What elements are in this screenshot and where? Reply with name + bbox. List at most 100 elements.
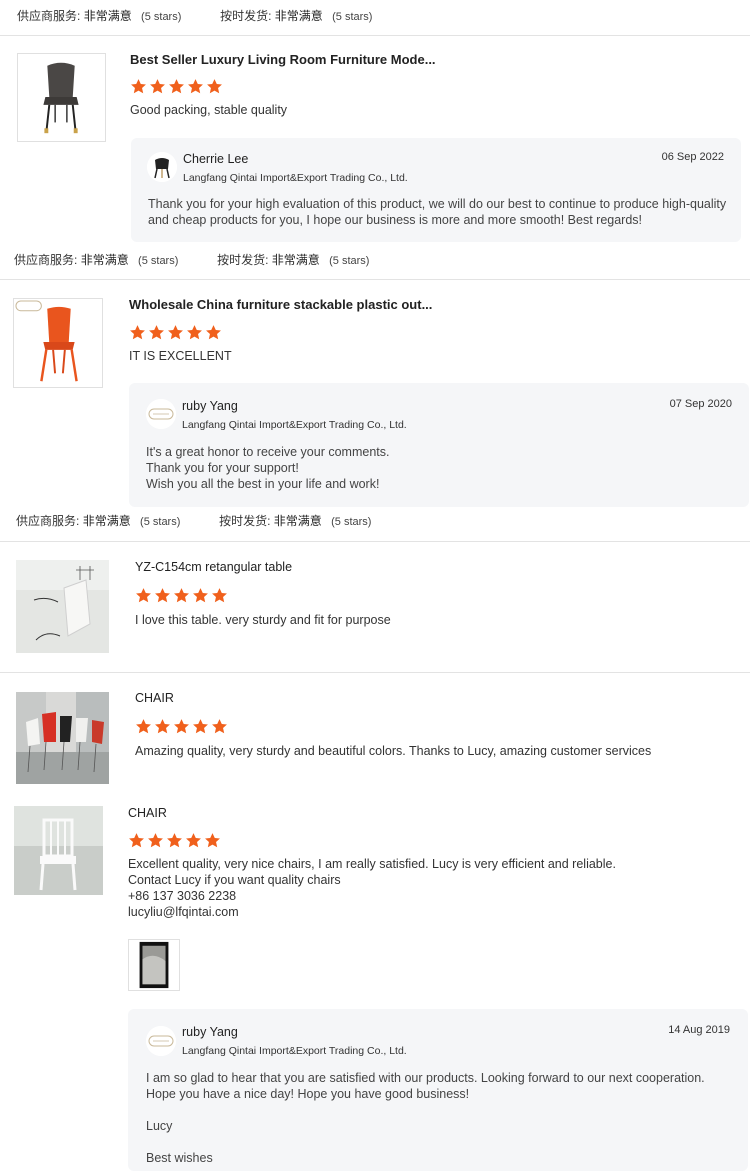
supplier-ratings-line: 供应商服务: 非常满意 (5 stars) 按时发货: 非常满意 (5 star… — [17, 7, 372, 24]
review-product-title[interactable]: CHAIR — [128, 806, 167, 820]
reply-line — [146, 1134, 705, 1150]
reply-line: Thank you for your high evaluation of th… — [148, 197, 727, 211]
star-icon — [150, 79, 165, 94]
shipping-value: 非常满意 — [274, 9, 323, 23]
review-text: Excellent quality, very nice chairs, I a… — [128, 856, 616, 920]
supplier-reply: ruby Yang Langfang Qintai Import&Export … — [128, 1009, 748, 1171]
review-line: lucyliu@lfqintai.com — [128, 905, 239, 919]
reply-line — [146, 1102, 705, 1118]
service-label: 供应商服务: — [16, 514, 80, 528]
star-icon — [212, 588, 227, 603]
star-icon — [206, 325, 221, 340]
orange-plastic-chair-image — [14, 299, 102, 387]
review-product-title[interactable]: Wholesale China furniture stackable plas… — [129, 297, 432, 312]
table-photo-image — [16, 560, 109, 653]
shipping-value: 非常满意 — [273, 514, 322, 528]
star-icon — [149, 325, 164, 340]
supplier-avatar — [147, 152, 177, 182]
star-icon — [186, 833, 201, 848]
reply-line: Best wishes — [146, 1151, 213, 1165]
star-icon — [167, 833, 182, 848]
supplier-ratings-line: 供应商服务: 非常满意 (5 stars) 按时发货: 非常满意 (5 star… — [14, 251, 369, 268]
reply-text: I am so glad to hear that you are satisf… — [146, 1070, 705, 1166]
review-product-title[interactable]: YZ-C154cm retangular table — [135, 560, 292, 574]
reply-date: 07 Sep 2020 — [669, 398, 732, 410]
review-line: Excellent quality, very nice chairs, I a… — [128, 857, 616, 871]
star-icon — [136, 719, 151, 734]
star-icon — [169, 79, 184, 94]
dark-upholstered-chair-image — [18, 54, 105, 141]
service-value: 非常满意 — [82, 514, 131, 528]
reply-line: I am so glad to hear that you are satisf… — [146, 1071, 705, 1085]
shipping-stars: (5 stars) — [329, 255, 370, 267]
shipping-label: 按时发货: — [217, 253, 269, 267]
star-rating — [130, 78, 223, 95]
shipping-label: 按时发货: — [220, 9, 272, 23]
product-thumbnail[interactable] — [16, 560, 109, 653]
star-rating — [135, 718, 228, 735]
supplier-reply: Cherrie Lee Langfang Qintai Import&Expor… — [131, 138, 741, 242]
shipping-label: 按时发货: — [219, 514, 271, 528]
star-icon — [130, 325, 145, 340]
attachment-photo-icon — [129, 940, 179, 990]
star-icon — [207, 79, 222, 94]
review-text: Good packing, stable quality — [130, 103, 288, 117]
reply-company: Langfang Qintai Import&Export Trading Co… — [182, 419, 407, 431]
product-thumbnail[interactable] — [14, 806, 103, 895]
divider — [0, 279, 750, 280]
divider — [0, 672, 750, 673]
divider — [0, 541, 750, 542]
star-icon — [129, 833, 144, 848]
reply-line: Lucy — [146, 1119, 173, 1133]
star-icon — [193, 588, 208, 603]
supplier-reply: ruby Yang Langfang Qintai Import&Export … — [129, 383, 749, 507]
review-product-title[interactable]: Best Seller Luxury Living Room Furniture… — [130, 52, 436, 67]
review-photo-attachment[interactable] — [128, 939, 180, 991]
company-logo-avatar-icon — [146, 1026, 176, 1056]
star-icon — [155, 588, 170, 603]
shipping-stars: (5 stars) — [331, 516, 372, 528]
service-stars: (5 stars) — [140, 516, 181, 528]
star-icon — [212, 719, 227, 734]
reply-line: Hope you have a nice day! Hope you have … — [146, 1087, 470, 1101]
review-text: Amazing quality, very sturdy and beautif… — [135, 744, 652, 758]
reply-line: and cheap products for you, I hope our b… — [148, 213, 643, 227]
reply-author-name: Cherrie Lee — [183, 152, 249, 166]
product-thumbnail[interactable] — [17, 53, 106, 142]
review-line: +86 137 3036 2238 — [128, 889, 237, 903]
star-icon — [174, 588, 189, 603]
star-icon — [131, 79, 146, 94]
reply-company: Langfang Qintai Import&Export Trading Co… — [183, 172, 408, 184]
review-text: IT IS EXCELLENT — [129, 349, 232, 363]
star-icon — [136, 588, 151, 603]
company-logo-avatar-icon — [146, 399, 176, 429]
reply-line: It's a great honor to receive your comme… — [146, 445, 390, 459]
star-rating — [129, 324, 222, 341]
colorful-chairs-photo-image — [16, 692, 109, 784]
supplier-avatar — [146, 399, 176, 429]
product-thumbnail[interactable] — [13, 298, 103, 388]
review-product-title[interactable]: CHAIR — [135, 691, 174, 705]
reply-author-name: ruby Yang — [182, 1025, 238, 1039]
chair-avatar-icon — [147, 152, 177, 182]
reply-text: It's a great honor to receive your comme… — [146, 444, 389, 492]
reply-date: 06 Sep 2022 — [661, 151, 724, 163]
star-icon — [193, 719, 208, 734]
star-rating — [128, 832, 221, 849]
reply-company: Langfang Qintai Import&Export Trading Co… — [182, 1045, 407, 1057]
star-icon — [148, 833, 163, 848]
reply-author-name: ruby Yang — [182, 399, 238, 413]
review-text: I love this table. very sturdy and fit f… — [135, 613, 391, 627]
reply-line: Thank you for your support! — [146, 461, 299, 475]
supplier-avatar — [146, 1026, 176, 1056]
star-icon — [188, 79, 203, 94]
service-value: 非常满意 — [83, 9, 132, 23]
reply-line: Wish you all the best in your life and w… — [146, 477, 380, 491]
service-stars: (5 stars) — [138, 255, 179, 267]
divider — [0, 35, 750, 36]
star-icon — [155, 719, 170, 734]
service-label: 供应商服务: — [17, 9, 81, 23]
review-line: Contact Lucy if you want quality chairs — [128, 873, 341, 887]
star-icon — [205, 833, 220, 848]
product-thumbnail[interactable] — [16, 692, 109, 784]
